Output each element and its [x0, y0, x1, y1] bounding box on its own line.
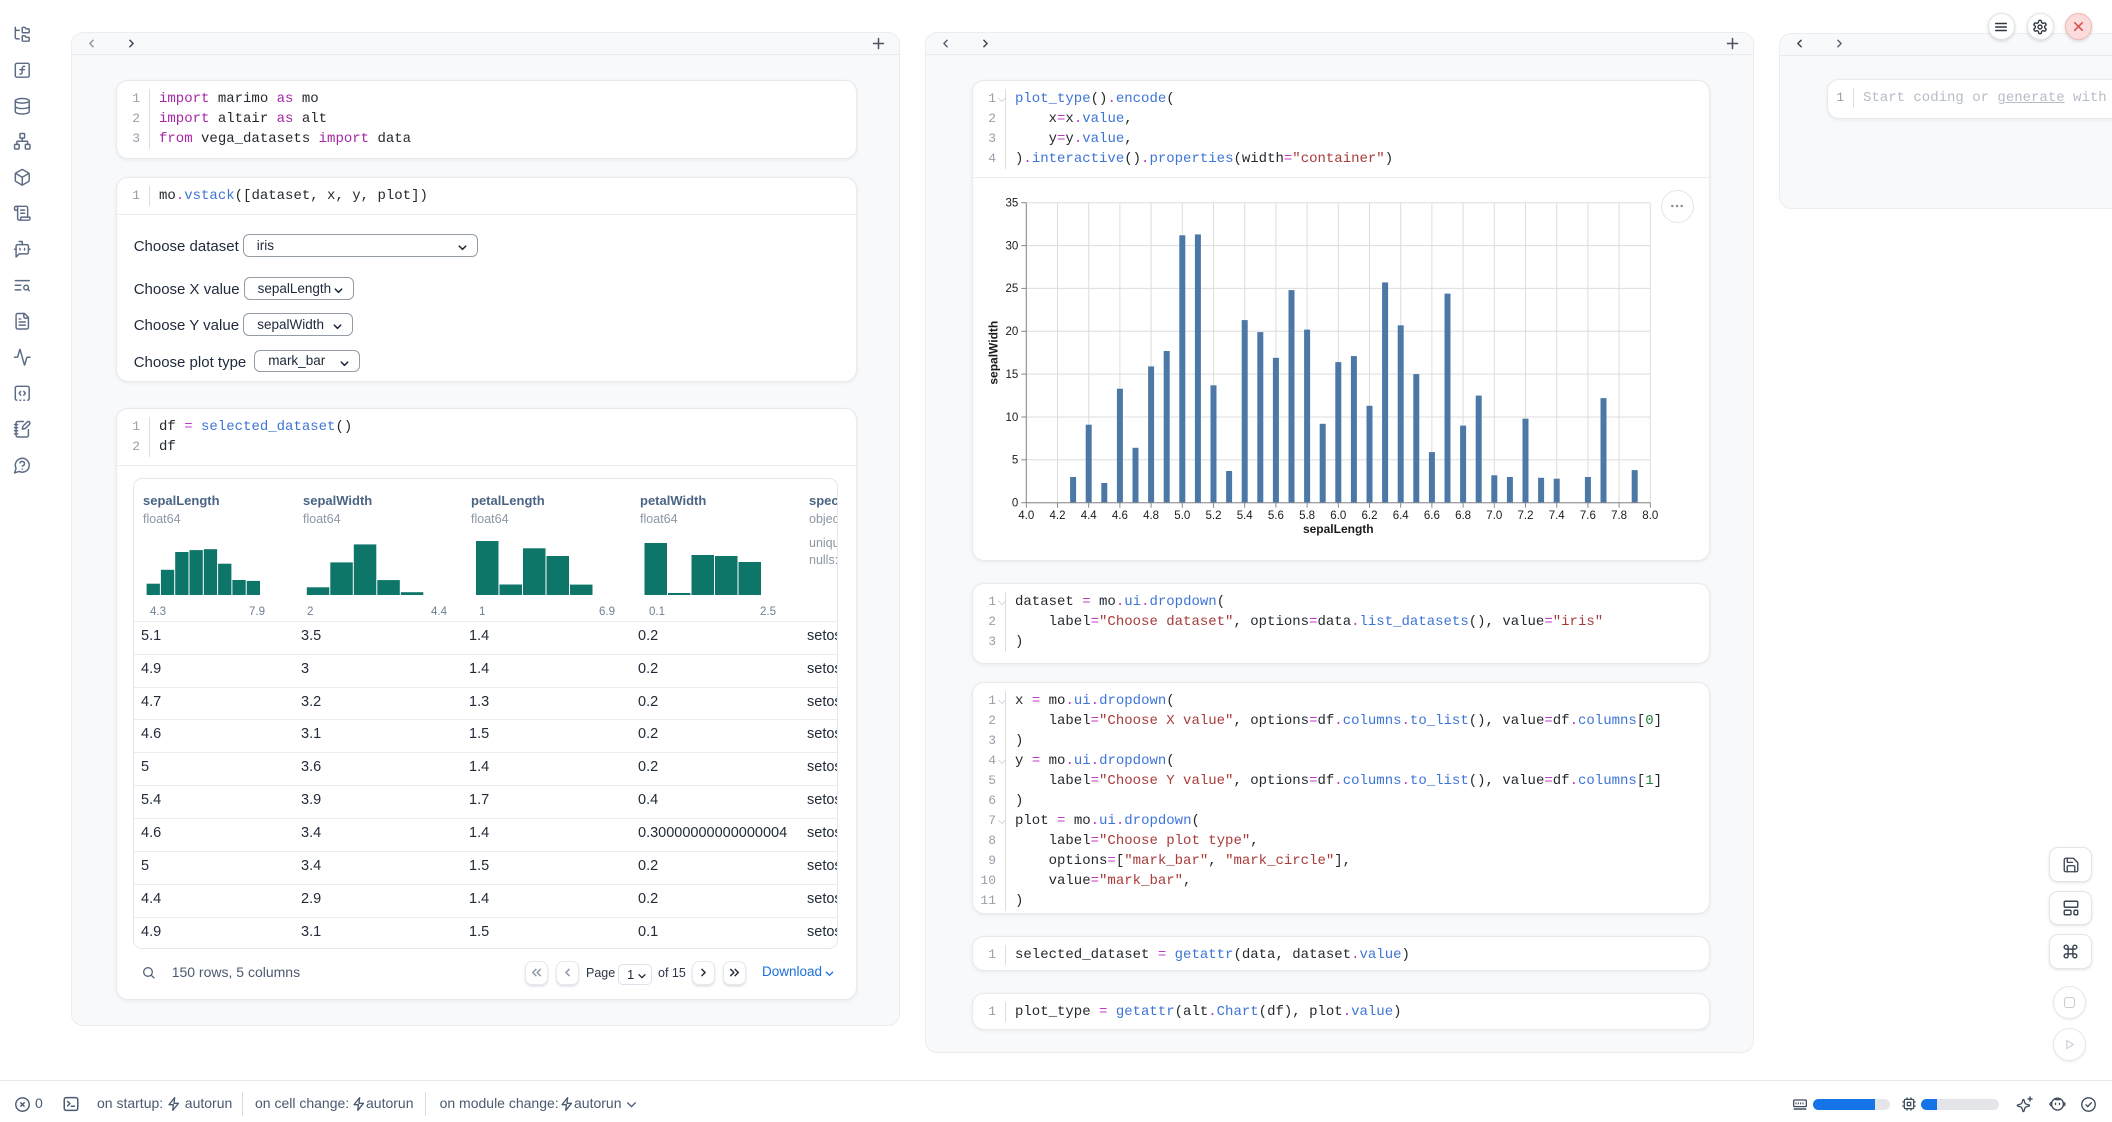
svg-text:35: 35	[1005, 198, 1018, 210]
svg-text:20: 20	[1005, 326, 1018, 338]
svg-text:7.6: 7.6	[1579, 510, 1595, 522]
svg-text:5.4: 5.4	[1236, 510, 1253, 522]
svg-text:7.0: 7.0	[1486, 510, 1502, 522]
svg-text:7.2: 7.2	[1517, 510, 1533, 522]
svg-text:7.4: 7.4	[1548, 510, 1565, 522]
svg-text:5.8: 5.8	[1299, 510, 1315, 522]
svg-text:5.2: 5.2	[1205, 510, 1221, 522]
svg-text:0: 0	[1011, 498, 1017, 510]
svg-text:6.8: 6.8	[1455, 510, 1471, 522]
svg-text:4.8: 4.8	[1143, 510, 1159, 522]
svg-text:4.2: 4.2	[1049, 510, 1065, 522]
svg-text:6.6: 6.6	[1423, 510, 1439, 522]
svg-text:15: 15	[1005, 369, 1018, 381]
svg-text:6.0: 6.0	[1330, 510, 1346, 522]
svg-text:6.4: 6.4	[1392, 510, 1409, 522]
svg-text:6.2: 6.2	[1361, 510, 1377, 522]
svg-text:4.0: 4.0	[1018, 510, 1034, 522]
svg-text:5.0: 5.0	[1174, 510, 1190, 522]
svg-text:sepalWidth: sepalWidth	[986, 321, 1000, 385]
svg-text:5: 5	[1011, 455, 1017, 467]
svg-text:10: 10	[1005, 412, 1018, 424]
svg-text:4.4: 4.4	[1080, 510, 1097, 522]
svg-text:4.6: 4.6	[1111, 510, 1127, 522]
svg-text:sepalLength: sepalLength	[1302, 522, 1373, 536]
svg-text:7.8: 7.8	[1611, 510, 1627, 522]
svg-text:8.0: 8.0	[1642, 510, 1658, 522]
svg-text:25: 25	[1005, 283, 1018, 295]
svg-text:30: 30	[1005, 240, 1018, 252]
svg-text:5.6: 5.6	[1267, 510, 1283, 522]
